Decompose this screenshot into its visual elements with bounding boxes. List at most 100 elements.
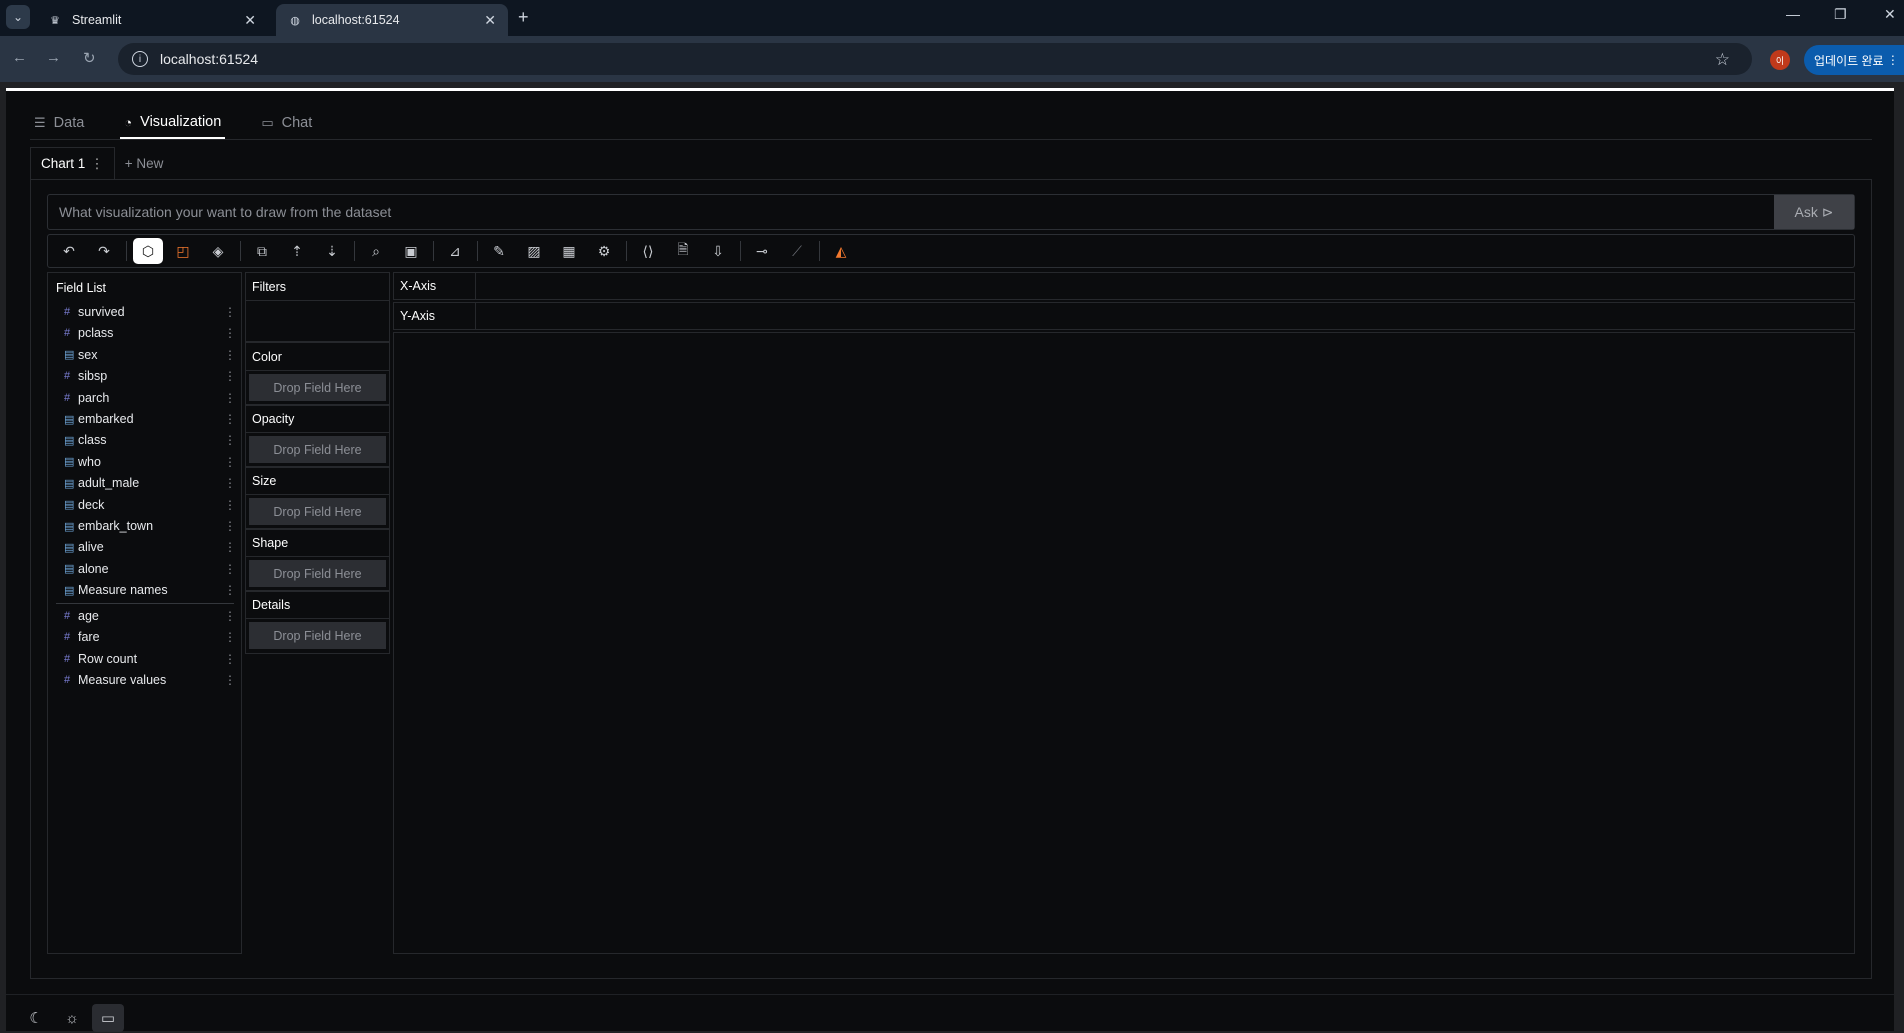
chat-icon: ▭ (261, 115, 274, 130)
mark-type-icon[interactable]: ◰ (168, 238, 198, 264)
site-info-icon[interactable]: i (132, 51, 148, 67)
minimize-icon[interactable]: — (1786, 6, 1800, 22)
field-menu-icon[interactable]: ⋮ (224, 433, 236, 447)
x-axis-shelf[interactable]: X-Axis (393, 272, 1855, 300)
field-item[interactable]: ▤ embarked ⋮ (64, 409, 236, 429)
field-name: Measure values (78, 673, 167, 688)
field-menu-icon[interactable]: ⋮ (224, 455, 236, 469)
field-item[interactable]: ▤ alone ⋮ (64, 559, 236, 579)
field-menu-icon[interactable]: ⋮ (224, 476, 236, 490)
back-icon[interactable]: ← (12, 49, 27, 66)
field-menu-icon[interactable]: ⋮ (224, 348, 236, 362)
close-tab-icon[interactable]: ✕ (484, 12, 496, 29)
field-item[interactable]: # age ⋮ (64, 606, 236, 626)
settings-icon[interactable]: ⚙ (589, 238, 619, 264)
tab-data[interactable]: ☰ Data (30, 107, 88, 139)
link-icon[interactable]: ⟋ (782, 238, 812, 264)
y-axis-shelf[interactable]: Y-Axis (393, 302, 1855, 330)
field-item[interactable]: ▤ Measure names ⋮ (64, 580, 236, 600)
bookmark-star-icon[interactable]: ☆ (1715, 50, 1730, 70)
reload-icon[interactable]: ↻ (83, 49, 96, 67)
update-button[interactable]: 업데이트 완료 ⋮ (1804, 45, 1904, 75)
image-export-icon[interactable]: ▨ (519, 238, 549, 264)
field-item[interactable]: ▤ embark_town ⋮ (64, 516, 236, 536)
field-menu-icon[interactable]: ⋮ (224, 562, 236, 576)
file-export-icon[interactable]: 🗎 (668, 238, 698, 264)
field-menu-icon[interactable]: ⋮ (224, 583, 236, 597)
table-icon[interactable]: ▦ (554, 238, 584, 264)
restore-icon[interactable]: ❐ (1834, 6, 1847, 23)
field-item[interactable]: # sibsp ⋮ (64, 366, 236, 386)
shape-drop-zone[interactable]: Drop Field Here (249, 560, 386, 587)
field-item[interactable]: ▤ adult_male ⋮ (64, 473, 236, 493)
resize-icon[interactable]: ▣ (396, 238, 426, 264)
field-menu-icon[interactable]: ⋮ (224, 609, 236, 623)
tab-label: Chat (281, 115, 313, 131)
axis-icon[interactable]: ⊿ (440, 238, 470, 264)
field-item[interactable]: ▤ class ⋮ (64, 430, 236, 450)
field-menu-icon[interactable]: ⋮ (224, 391, 236, 405)
tab-chat[interactable]: ▭ Chat (257, 107, 316, 139)
field-menu-icon[interactable]: ⋮ (224, 540, 236, 554)
field-item[interactable]: # survived ⋮ (64, 302, 236, 322)
details-drop-zone[interactable]: Drop Field Here (249, 622, 386, 649)
commit-icon[interactable]: ⊸ (747, 238, 777, 264)
zoom-icon[interactable]: ⌕ (361, 238, 391, 264)
field-menu-icon[interactable]: ⋮ (224, 630, 236, 644)
field-menu-icon[interactable]: ⋮ (224, 369, 236, 383)
field-menu-icon[interactable]: ⋮ (224, 498, 236, 512)
ask-input[interactable]: What visualization your want to draw fro… (47, 194, 1855, 230)
field-menu-icon[interactable]: ⋮ (224, 412, 236, 426)
window-close-icon[interactable]: ✕ (1884, 6, 1896, 23)
field-menu-icon[interactable]: ⋮ (224, 519, 236, 533)
sort-descending-icon[interactable]: ⇣ (317, 238, 347, 264)
field-item[interactable]: # pclass ⋮ (64, 323, 236, 343)
text-field-icon: ▤ (64, 413, 75, 426)
color-drop-zone[interactable]: Drop Field Here (249, 374, 386, 401)
toolbar-separator (819, 241, 820, 261)
new-tab-button[interactable]: + (518, 7, 529, 28)
browser-tab-streamlit[interactable]: ♛ Streamlit ✕ (36, 4, 268, 36)
field-item[interactable]: ▤ sex ⋮ (64, 345, 236, 365)
field-name: alive (78, 540, 104, 555)
transpose-icon[interactable]: ⧉ (247, 238, 277, 264)
close-tab-icon[interactable]: ✕ (244, 12, 256, 29)
field-menu-icon[interactable]: ⋮ (224, 305, 236, 319)
field-menu-icon[interactable]: ⋮ (224, 652, 236, 666)
profile-avatar[interactable]: 이 (1770, 50, 1790, 70)
field-item[interactable]: ▤ who ⋮ (64, 452, 236, 472)
size-drop-zone[interactable]: Drop Field Here (249, 498, 386, 525)
dark-mode-icon[interactable]: ☾ (20, 1004, 52, 1032)
forward-icon[interactable]: → (46, 49, 61, 66)
paint-icon[interactable]: ◭ (826, 238, 856, 264)
field-item[interactable]: ▤ deck ⋮ (64, 495, 236, 515)
chart-tab-menu-icon[interactable]: ⋮ (90, 156, 104, 172)
field-menu-icon[interactable]: ⋮ (224, 326, 236, 340)
ask-button[interactable]: Ask ⊳ (1774, 195, 1854, 229)
sort-ascending-icon[interactable]: ⇡ (282, 238, 312, 264)
redo-icon[interactable]: ↷ (89, 238, 119, 264)
tab-visualization[interactable]: ◔ Visualization (120, 107, 226, 139)
layers-icon[interactable]: ◈ (203, 238, 233, 264)
filters-drop-area[interactable] (246, 301, 389, 341)
light-mode-icon[interactable]: ☼ (56, 1004, 88, 1032)
field-item[interactable]: # Row count ⋮ (64, 649, 236, 669)
new-chart-button[interactable]: + New (125, 156, 164, 171)
field-menu-icon[interactable]: ⋮ (224, 673, 236, 687)
field-item[interactable]: # Measure values ⋮ (64, 670, 236, 690)
cube-icon[interactable]: ⬡ (133, 238, 163, 264)
address-bar[interactable]: i localhost:61524 ☆ (118, 43, 1752, 75)
code-icon[interactable]: ⟨⟩ (633, 238, 663, 264)
chart-tab-1[interactable]: Chart 1 ⋮ (30, 147, 115, 179)
tab-search-button[interactable]: ⌄ (6, 5, 30, 29)
browser-tab-localhost[interactable]: ◍ localhost:61524 ✕ (276, 4, 508, 36)
field-item[interactable]: ▤ alive ⋮ (64, 537, 236, 557)
ask-placeholder: What visualization your want to draw fro… (59, 204, 392, 220)
field-item[interactable]: # fare ⋮ (64, 627, 236, 647)
undo-icon[interactable]: ↶ (54, 238, 84, 264)
opacity-drop-zone[interactable]: Drop Field Here (249, 436, 386, 463)
field-item[interactable]: # parch ⋮ (64, 388, 236, 408)
file-import-icon[interactable]: ⇩ (703, 238, 733, 264)
brush-icon[interactable]: ✎ (484, 238, 514, 264)
system-mode-icon[interactable]: ▭ (92, 1004, 124, 1032)
